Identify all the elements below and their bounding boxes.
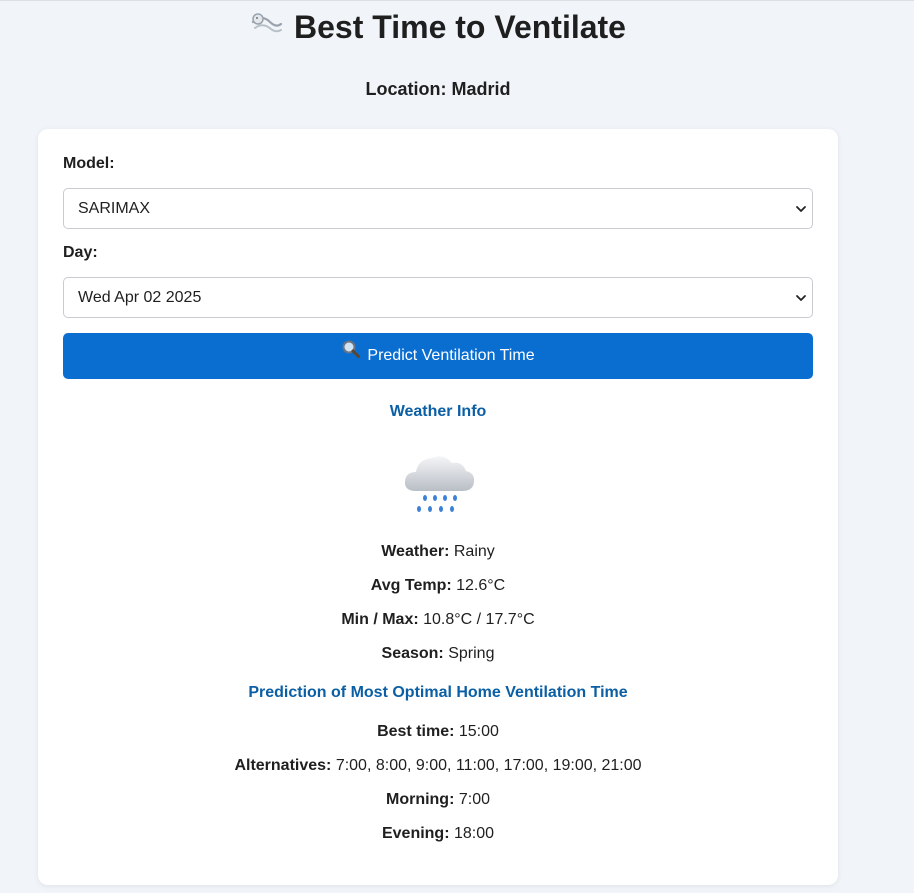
morning-label: Morning: (385, 791, 455, 808)
search-icon (341, 332, 361, 378)
page-title-text: Best Time to Ventilate (294, 9, 626, 45)
alternatives-line: Alternatives: 7:00, 8:00, 9:00, 11:00, 1… (38, 756, 838, 776)
rain-cloud-icon (404, 456, 475, 512)
best-time-line: Best time: 15:00 (38, 722, 838, 742)
weather-label: Weather: (381, 543, 450, 560)
avg-temp-value: 12.6°C (456, 577, 506, 594)
location-value: Madrid (451, 79, 511, 99)
location-line: Location: Madrid (0, 77, 876, 101)
alternatives-label: Alternatives: (234, 757, 332, 774)
weather-info-title: Weather Info (389, 403, 487, 420)
location-label: Location: (365, 79, 447, 99)
model-select[interactable]: SARIMAX (63, 188, 813, 229)
model-label: Model: (63, 155, 115, 172)
chevron-down-icon (796, 206, 806, 212)
min-max-label: Min / Max: (341, 611, 419, 628)
min-max-value: 10.8°C / 17.7°C (423, 611, 535, 628)
day-label: Day: (63, 244, 98, 261)
evening-value: 18:00 (453, 825, 495, 842)
season-value: Spring (448, 645, 495, 662)
day-select-value: Wed Apr 02 2025 (78, 289, 202, 306)
model-select-value: SARIMAX (78, 200, 151, 217)
forecast-card: Model: SARIMAX Day: Wed Apr 02 2025 Pred… (38, 129, 838, 885)
avg-temp-label: Avg Temp: (370, 577, 452, 594)
wind-icon (250, 6, 284, 48)
morning-value: 7:00 (458, 791, 490, 808)
day-select[interactable]: Wed Apr 02 2025 (63, 277, 813, 318)
min-max-line: Min / Max: 10.8°C / 17.7°C (38, 610, 838, 630)
evening-line: Evening: 18:00 (38, 824, 838, 844)
predict-button[interactable]: Predict Ventilation Time (63, 333, 813, 379)
morning-line: Morning: 7:00 (38, 790, 838, 810)
best-time-value: 15:00 (458, 723, 499, 740)
alternatives-value: 7:00, 8:00, 9:00, 11:00, 17:00, 19:00, 2… (335, 757, 642, 774)
season-line: Season: Spring (38, 644, 838, 664)
evening-label: Evening: (381, 825, 450, 842)
season-label: Season: (381, 645, 444, 662)
predict-button-label: Predict Ventilation Time (367, 347, 535, 365)
chevron-down-icon (796, 295, 806, 301)
page-title: Best Time to Ventilate (0, 6, 876, 51)
prediction-title: Prediction of Most Optimal Home Ventilat… (248, 684, 628, 701)
weather-line: Weather: Rainy (38, 542, 838, 562)
weather-value: Rainy (453, 543, 495, 560)
best-time-label: Best time: (377, 723, 455, 740)
avg-temp-line: Avg Temp: 12.6°C (38, 576, 838, 596)
